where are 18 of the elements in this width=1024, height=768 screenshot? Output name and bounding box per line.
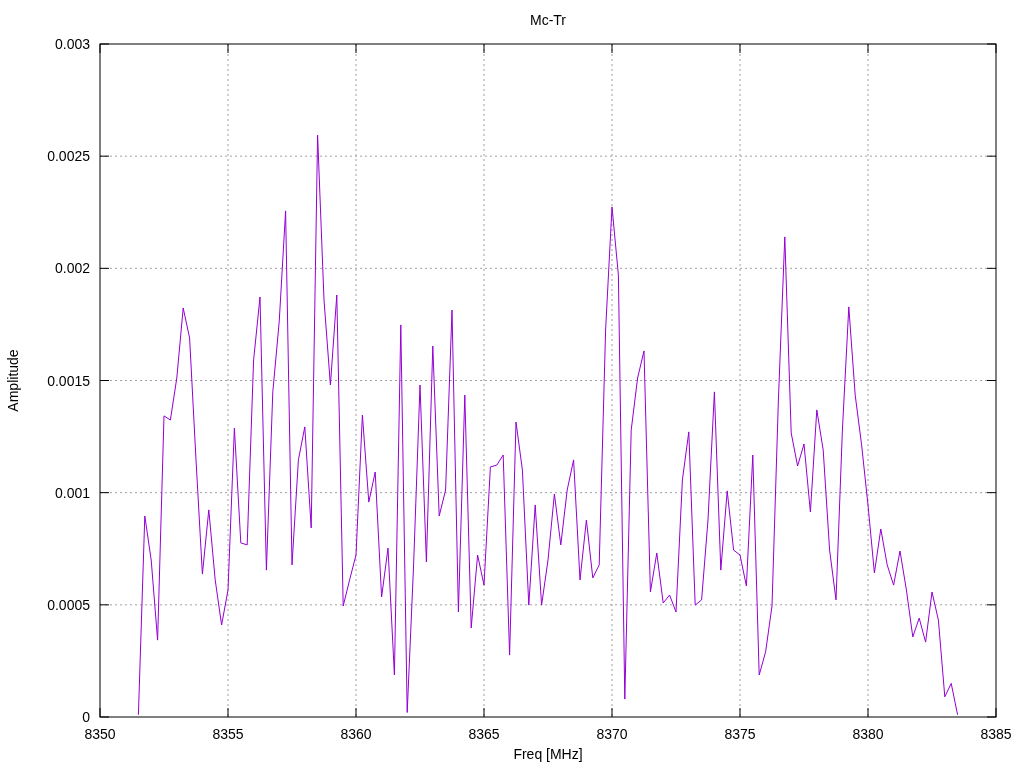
tick-label: 0.003 xyxy=(54,36,90,52)
tick-label: 0 xyxy=(82,709,90,725)
tick-label: 0.0025 xyxy=(47,148,90,165)
tick-label: 0.001 xyxy=(54,484,90,501)
tick-label: 0.002 xyxy=(54,260,90,277)
tick-label: 8360 xyxy=(340,726,372,742)
tick-label: 0.0005 xyxy=(47,596,90,613)
chart-title: Mc-Tr xyxy=(530,12,566,28)
tick-label: 8370 xyxy=(596,726,628,742)
tick-label: 8365 xyxy=(468,726,500,742)
tick-label: 8375 xyxy=(724,726,756,742)
tick-label: 8355 xyxy=(212,726,244,742)
tick-label: 0.0015 xyxy=(47,372,90,389)
tick-label: 8380 xyxy=(852,726,884,742)
axis-label: Freq [MHz] xyxy=(513,746,583,762)
tick-label: 8350 xyxy=(84,726,116,742)
axis-label: Amplitude xyxy=(5,349,21,412)
tick-label: 8385 xyxy=(980,726,1012,742)
